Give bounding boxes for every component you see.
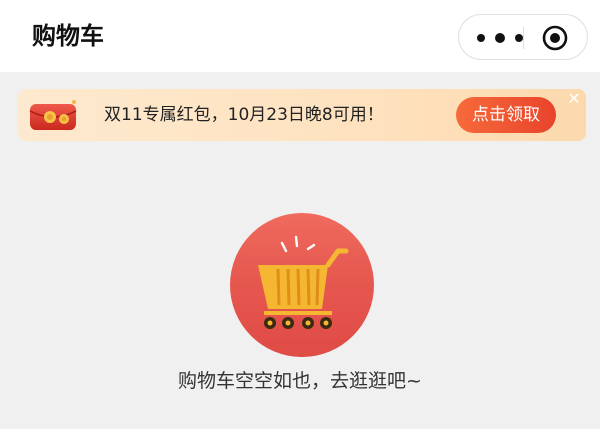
claim-button[interactable]: 点击领取 — [456, 97, 556, 133]
navigation-bar: 购物车 — [0, 0, 600, 72]
target-close-icon[interactable] — [542, 25, 568, 51]
banner-close-icon[interactable]: ✕ — [566, 91, 582, 107]
promo-banner-text: 双11专属红包，10月23日晚8可用！ — [104, 105, 384, 125]
promo-banner[interactable]: 双11专属红包，10月23日晚8可用！ 点击领取 ✕ — [18, 89, 586, 141]
more-dots-icon[interactable] — [477, 29, 523, 47]
empty-cart-message: 购物车空空如也，去逛逛吧~ — [178, 370, 422, 392]
mini-program-capsule — [458, 14, 588, 60]
red-envelope-icon — [29, 100, 77, 130]
page-title: 购物车 — [32, 22, 104, 50]
capsule-divider — [523, 27, 524, 49]
shopping-cart-icon — [230, 213, 374, 357]
